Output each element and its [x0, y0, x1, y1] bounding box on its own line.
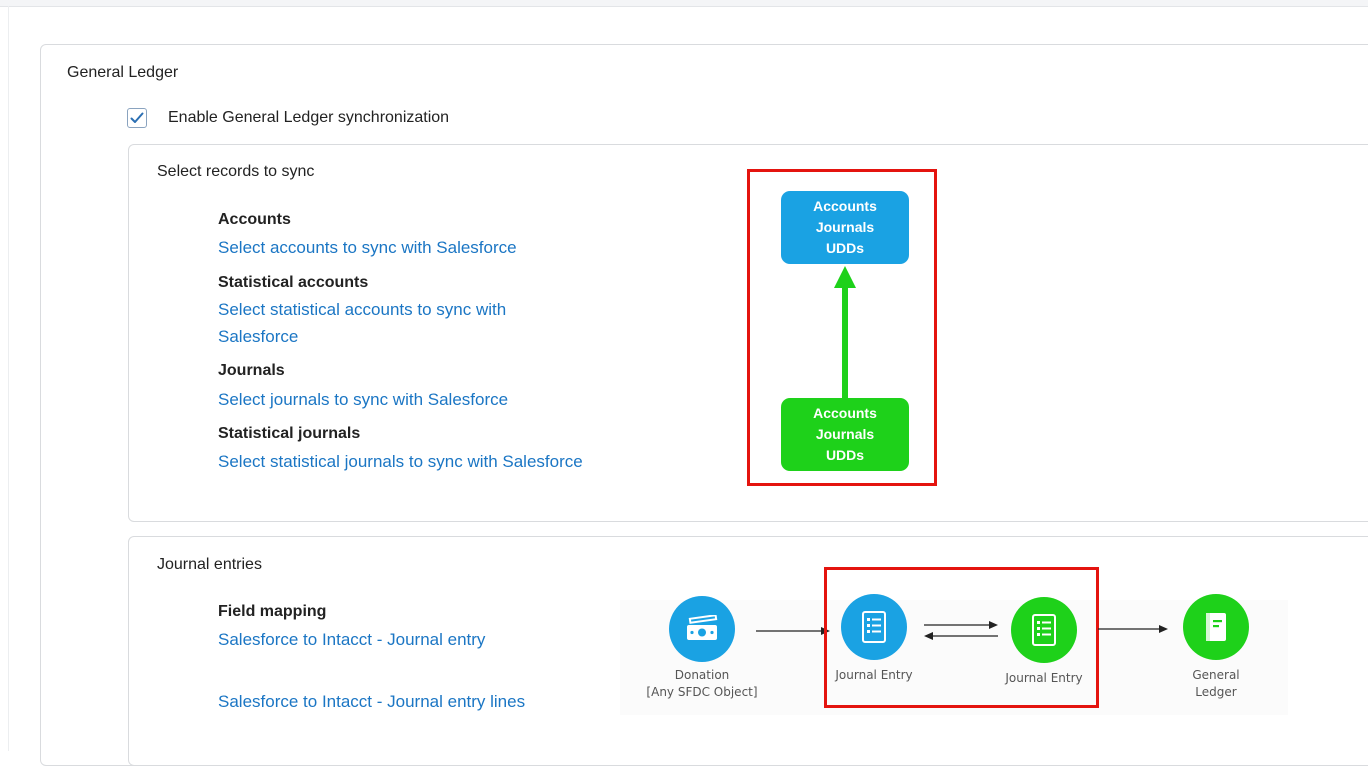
bidirectional-sync-arrows-icon: [924, 621, 998, 640]
target-node-line1: Accounts: [813, 198, 877, 214]
sync-up-arrow-icon: [834, 266, 856, 400]
journal-entries-title: Journal entries: [157, 556, 262, 573]
select-records-title: Select records to sync: [157, 163, 315, 180]
target-node-accounts-journals-udds: Accounts Journals UDDs: [781, 191, 909, 264]
source-node-line3: UDDs: [825, 447, 865, 463]
statistical-journals-label: Statistical journals: [218, 425, 361, 442]
select-journals-link[interactable]: Select journals to sync with Salesforce: [218, 386, 508, 413]
select-statistical-accounts-link-line1: Select statistical accounts to sync with: [218, 300, 507, 319]
general-ledger-caption-line1: General: [1192, 668, 1240, 682]
donation-money-icon: [669, 596, 735, 662]
top-toolbar-strip: [0, 0, 1368, 7]
select-statistical-accounts-link[interactable]: Select statistical accounts to sync with…: [218, 296, 506, 350]
enable-gl-sync-label: Enable General Ledger synchronization: [168, 109, 450, 126]
journal-entry-caption-intacct: Journal Entry: [835, 668, 913, 682]
statistical-accounts-label: Statistical accounts: [218, 274, 369, 291]
left-divider: [8, 6, 9, 751]
sf-to-intacct-journal-entry-lines-link[interactable]: Salesforce to Intacct - Journal entry li…: [218, 688, 525, 715]
field-mapping-label: Field mapping: [218, 603, 327, 620]
sf-to-intacct-journal-entry-link[interactable]: Salesforce to Intacct - Journal entry: [218, 626, 485, 653]
general-ledger-title: General Ledger: [67, 64, 179, 81]
source-node-accounts-journals-udds: Accounts Journals UDDs: [781, 398, 909, 471]
select-statistical-journals-link[interactable]: Select statistical journals to sync with…: [218, 448, 583, 475]
target-node-line2: Journals: [815, 219, 875, 235]
journal-entry-caption-gl: Journal Entry: [1005, 671, 1083, 685]
donation-caption: Donation [Any SFDC Object]: [630, 667, 774, 701]
journal-entry-document-icon: [841, 594, 907, 660]
accounts-label: Accounts: [218, 211, 291, 228]
enable-gl-sync-checkbox-row[interactable]: Enable General Ledger synchronization: [127, 107, 449, 129]
enable-gl-sync-checkbox[interactable]: [127, 108, 147, 128]
target-node-line3: UDDs: [825, 240, 865, 256]
journals-label: Journals: [218, 362, 285, 379]
donation-caption-line1: Donation: [674, 668, 730, 682]
general-ledger-caption-line2: Ledger: [1195, 685, 1237, 699]
journal-entry-document-icon-green: [1011, 597, 1077, 663]
donation-caption-line2: [Any SFDC Object]: [646, 685, 758, 699]
select-statistical-accounts-link-line2: Salesforce: [218, 327, 299, 346]
general-ledger-caption: General Ledger: [1166, 667, 1266, 701]
checkmark-icon: [130, 112, 144, 123]
general-ledger-book-icon: [1183, 594, 1249, 660]
source-node-line1: Accounts: [813, 405, 877, 421]
flow-arrow-right-icon: [756, 627, 830, 635]
source-node-line2: Journals: [815, 426, 875, 442]
flow-arrow-right-icon-2: [1098, 625, 1168, 633]
select-accounts-link[interactable]: Select accounts to sync with Salesforce: [218, 234, 517, 261]
